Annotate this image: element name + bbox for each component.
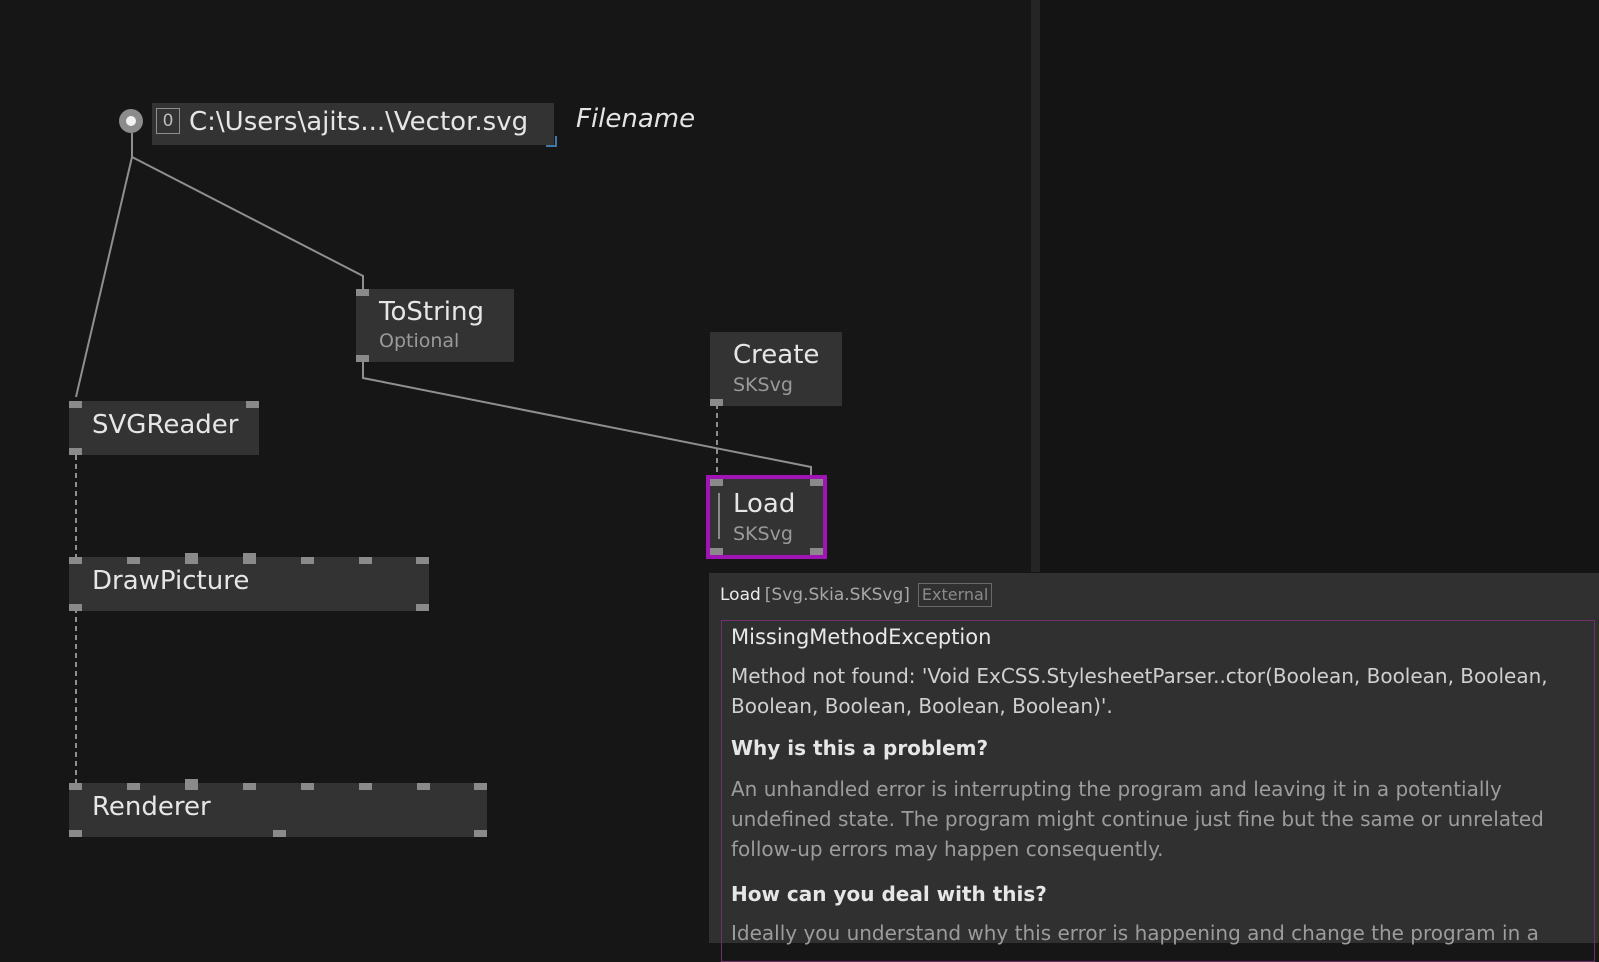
filename-comment[interactable]: Filename xyxy=(576,104,695,134)
tostring-node[interactable]: ToString Optional xyxy=(356,289,514,362)
node-subtitle: SKSvg xyxy=(733,523,793,545)
node-title: Renderer xyxy=(92,792,211,822)
output-pin[interactable] xyxy=(416,604,429,611)
right-pane xyxy=(1040,0,1599,572)
error-tooltip: Load [Svg.Skia.SKSvg] External MissingMeth… xyxy=(709,573,1599,962)
input-pin[interactable] xyxy=(243,553,256,564)
output-pin[interactable] xyxy=(69,604,82,611)
filename-iobox[interactable]: 0 C:\Users\ajits...\Vector.svg xyxy=(152,103,557,147)
output-pin[interactable] xyxy=(710,399,723,406)
input-pin[interactable] xyxy=(69,783,82,790)
output-pin[interactable] xyxy=(69,830,82,837)
input-pin[interactable] xyxy=(185,779,198,790)
input-pin[interactable] xyxy=(359,783,372,790)
renderer-node[interactable]: Renderer xyxy=(69,779,487,837)
input-pin[interactable] xyxy=(69,557,82,564)
load-node[interactable]: Load SKSvg xyxy=(706,475,827,559)
iobox-output-pin[interactable] xyxy=(119,109,143,133)
input-pin[interactable] xyxy=(243,783,256,790)
input-pin[interactable] xyxy=(416,557,429,564)
tooltip-node-name: Load xyxy=(720,585,761,605)
output-pin[interactable] xyxy=(273,830,286,837)
input-pin[interactable] xyxy=(710,479,723,486)
input-pin[interactable] xyxy=(301,783,314,790)
exception-type: MissingMethodException xyxy=(731,625,992,649)
input-pin[interactable] xyxy=(127,783,140,790)
output-pin[interactable] xyxy=(810,548,823,555)
iobox-path-value[interactable]: C:\Users\ajits...\Vector.svg xyxy=(189,107,528,137)
wire-iobox-tostring xyxy=(131,156,364,289)
input-pin[interactable] xyxy=(127,557,140,564)
tooltip-header: Load [Svg.Skia.SKSvg] External xyxy=(720,583,993,607)
exception-message: Method not found: 'Void ExCSS.Stylesheet… xyxy=(731,664,1548,718)
how-text: Ideally you understand why this error is… xyxy=(731,921,1539,945)
drawpicture-node[interactable]: DrawPicture xyxy=(69,553,429,611)
node-subtitle: Optional xyxy=(379,330,460,352)
create-node[interactable]: Create SKSvg xyxy=(710,332,842,406)
node-title: ToString xyxy=(379,297,484,327)
input-pin[interactable] xyxy=(69,401,82,408)
input-pin[interactable] xyxy=(356,289,369,296)
output-pin[interactable] xyxy=(69,448,82,455)
output-pin[interactable] xyxy=(356,355,369,362)
input-pin[interactable] xyxy=(301,557,314,564)
output-pin[interactable] xyxy=(710,548,723,555)
wire-iobox-svgreader xyxy=(75,133,133,398)
pane-divider[interactable] xyxy=(1031,0,1040,572)
input-pin[interactable] xyxy=(246,401,259,408)
pin-connector xyxy=(718,493,720,539)
node-subtitle: SKSvg xyxy=(733,374,793,396)
node-title: Load xyxy=(733,489,796,519)
node-title: DrawPicture xyxy=(92,566,250,596)
error-box: MissingMethodException Method not found:… xyxy=(721,620,1595,962)
input-pin[interactable] xyxy=(810,479,823,486)
input-pin[interactable] xyxy=(359,557,372,564)
how-heading: How can you deal with this? xyxy=(731,882,1047,906)
why-text: An unhandled error is interrupting the p… xyxy=(731,777,1544,861)
input-pin[interactable] xyxy=(417,783,430,790)
input-pin[interactable] xyxy=(474,783,487,790)
tooltip-node-type: [Svg.Skia.SKSvg] xyxy=(764,585,910,605)
output-pin[interactable] xyxy=(474,830,487,837)
svgreader-node[interactable]: SVGReader xyxy=(69,401,259,455)
input-pin[interactable] xyxy=(185,553,198,564)
iobox-index: 0 xyxy=(156,108,180,134)
node-title: Create xyxy=(733,340,820,370)
why-heading: Why is this a problem? xyxy=(731,736,989,760)
node-title: SVGReader xyxy=(92,410,239,440)
iobox-resize-handle[interactable] xyxy=(546,136,557,147)
external-badge: External xyxy=(917,583,993,607)
